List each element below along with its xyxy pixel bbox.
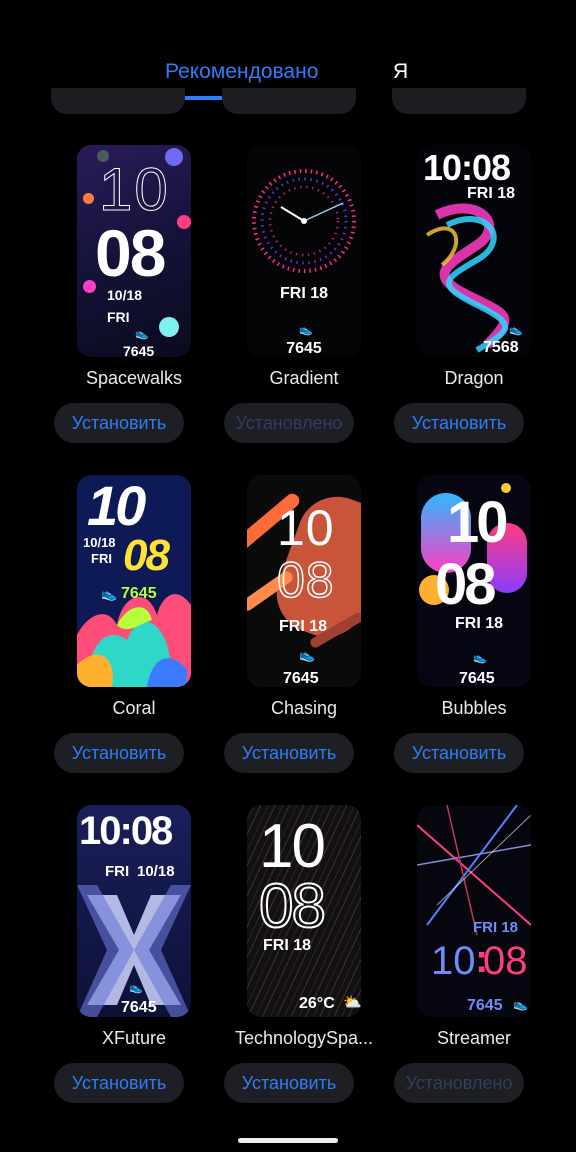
watch-day-date: FRI 18 <box>279 618 328 635</box>
shoe-icon: 👟 <box>299 324 313 336</box>
watch-minute: 08 <box>483 939 528 983</box>
installed-button[interactable]: Установлено <box>224 403 354 443</box>
decor-dot <box>159 317 179 337</box>
watch-day: FRI <box>91 551 112 566</box>
watch-day-date: FRI 18 <box>473 919 519 936</box>
watchface-card[interactable]: 10 10/18 FRI 08 👟 7645 Coral Установить <box>54 475 224 775</box>
installed-button[interactable]: Установлено <box>394 1063 524 1103</box>
watch-date: 10/18 <box>137 863 175 880</box>
partly-cloudy-icon: ⛅ <box>343 994 361 1011</box>
shoe-icon: 👟 <box>135 328 149 340</box>
watch-steps: 7645 <box>459 670 495 687</box>
watchface-card[interactable]: 10 08 FRI 18 26°C ⛅ TechnologySpa... Уст… <box>224 805 394 1105</box>
shoe-icon: 👟 <box>473 652 487 664</box>
install-button[interactable]: Установить <box>54 733 184 773</box>
watch-date: 10/18 <box>83 535 116 550</box>
install-button[interactable]: Установить <box>394 403 524 443</box>
home-indicator[interactable] <box>238 1138 338 1143</box>
watchface-preview[interactable]: 10:08 FRI 18 👟 7568 <box>417 145 531 357</box>
shoe-icon: 👟 <box>129 982 143 994</box>
watchface-preview[interactable]: 10 08 FRI 18 26°C ⛅ <box>247 805 361 1017</box>
watchface-name: Bubbles <box>441 698 507 718</box>
install-button[interactable]: Установить <box>54 403 184 443</box>
tab-recommended-label: Рекомендовано <box>165 60 319 83</box>
tab-me-label: Я <box>393 60 409 83</box>
watchface-card[interactable]: 10 08 10/18 FRI 👟 7645 Spacewalks Устано… <box>54 145 224 445</box>
watch-steps: 7645 <box>123 343 155 357</box>
watch-weather: 26°C <box>299 995 335 1012</box>
watch-minute: 08 <box>435 552 496 617</box>
watchface-name: Dragon <box>444 368 504 388</box>
watch-day-date: FRI 18 <box>467 185 516 202</box>
watchface-name: Streamer <box>436 1028 512 1048</box>
watch-day-date: FRI 18 <box>263 937 312 954</box>
watch-steps: 7645 <box>121 999 157 1016</box>
watch-steps: 7645 <box>121 585 157 602</box>
watch-day-date: FRI 18 <box>455 615 504 632</box>
watch-minute: 08 <box>95 216 166 290</box>
previous-row-button[interactable] <box>222 88 356 114</box>
watchface-preview[interactable]: FRI 18 👟 7645 <box>247 145 361 357</box>
shoe-icon: 👟 <box>101 586 118 601</box>
watchface-card[interactable]: FRI 18 👟 7645 Gradient Установлено <box>224 145 394 445</box>
previous-row-button[interactable] <box>392 88 526 114</box>
install-button[interactable]: Установить <box>394 733 524 773</box>
watchface-card[interactable]: FRI 18 10 : 08 7645 👟 Streamer Установле… <box>394 805 564 1105</box>
watchface-card[interactable]: 10:08 FRI 18 👟 7568 Dragon Установить <box>394 145 564 445</box>
watch-steps: 7568 <box>483 339 519 356</box>
watchface-preview[interactable]: 10 08 10/18 FRI 👟 7645 <box>77 145 191 357</box>
watch-minute: 08 <box>276 551 335 609</box>
watch-time: 10:08 <box>423 147 511 188</box>
watchface-card[interactable]: 10:08 FRI 10/18 👟 7645 XFuture Установит… <box>54 805 224 1105</box>
install-button[interactable]: Установить <box>54 1063 184 1103</box>
watch-hour: 10 <box>431 939 476 983</box>
shoe-icon: 👟 <box>513 997 528 1011</box>
watchface-card[interactable]: 10 08 FRI 18 👟 7645 Chasing Установить <box>224 475 394 775</box>
watchface-preview[interactable]: 10 08 FRI 18 👟 7645 <box>417 475 531 687</box>
watch-minute: 08 <box>258 871 327 942</box>
watch-hour: 10 <box>87 475 146 537</box>
watch-day: FRI <box>105 863 130 880</box>
watchface-preview[interactable]: 10:08 FRI 10/18 👟 7645 <box>77 805 191 1017</box>
watch-steps: 7645 <box>286 340 322 357</box>
decor-dot <box>177 215 191 229</box>
watch-day-date: FRI 18 <box>279 285 328 302</box>
watchface-preview[interactable]: FRI 18 10 : 08 7645 👟 <box>417 805 531 1017</box>
watch-minute: 08 <box>123 531 170 580</box>
watch-steps: 7645 <box>467 997 503 1014</box>
watch-hour: 10 <box>447 490 508 555</box>
watchface-preview[interactable]: 10 10/18 FRI 08 👟 7645 <box>77 475 191 687</box>
shoe-icon: 👟 <box>509 324 523 336</box>
decor-dot <box>83 193 94 204</box>
install-button[interactable]: Установить <box>224 1063 354 1103</box>
previous-row-button[interactable] <box>51 88 185 114</box>
tab-recommended[interactable]: Рекомендовано <box>165 58 343 100</box>
watch-time: 10:08 <box>79 809 173 853</box>
watch-day: FRI <box>107 309 130 325</box>
watch-hour: 10 <box>277 500 335 556</box>
watch-hour: 10 <box>99 156 170 224</box>
install-button[interactable]: Установить <box>224 733 354 773</box>
watchface-card[interactable]: 10 08 FRI 18 👟 7645 Bubbles Установить <box>394 475 564 775</box>
watchface-preview[interactable]: 10 08 FRI 18 👟 7645 <box>247 475 361 687</box>
tab-me[interactable]: Я <box>393 58 408 86</box>
shoe-icon: 👟 <box>299 647 316 662</box>
streamer-art <box>417 805 531 936</box>
watch-steps: 7645 <box>283 670 319 687</box>
watch-date: 10/18 <box>107 287 143 303</box>
